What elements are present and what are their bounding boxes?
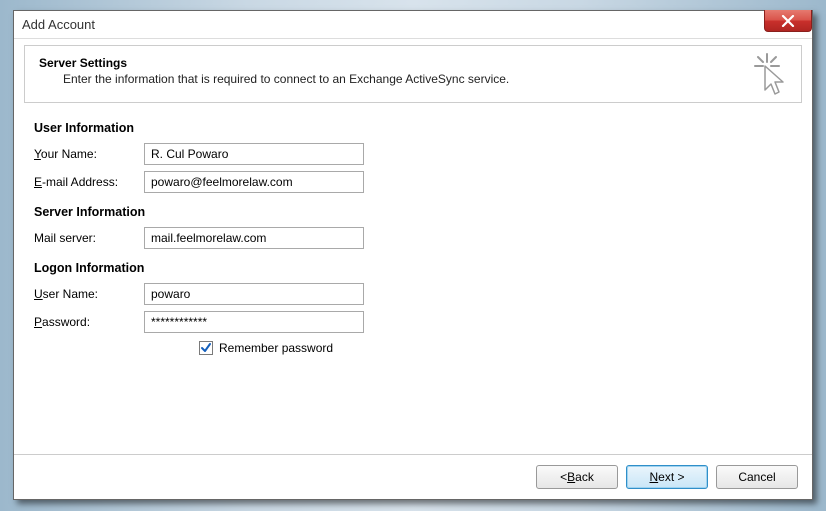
row-your-name: Your Name:: [34, 143, 792, 165]
back-button[interactable]: < Back: [536, 465, 618, 489]
email-input[interactable]: [144, 171, 364, 193]
add-account-dialog: Add Account Server Settings Enter the in…: [13, 10, 813, 500]
header-title: Server Settings: [39, 56, 787, 70]
button-bar: < Back Next > Cancel: [14, 454, 812, 499]
cursor-click-icon: [751, 52, 791, 99]
window-title: Add Account: [22, 17, 95, 32]
checkmark-icon: [200, 342, 212, 354]
password-input[interactable]: [144, 311, 364, 333]
close-button[interactable]: [764, 10, 812, 32]
section-logon-info: Logon Information: [34, 261, 792, 275]
close-icon: [781, 15, 795, 27]
header-panel: Server Settings Enter the information th…: [24, 45, 802, 103]
remember-password-label: Remember password: [219, 341, 333, 355]
your-name-input[interactable]: [144, 143, 364, 165]
form-body: User Information Your Name: E-mail Addre…: [14, 103, 812, 454]
section-server-info: Server Information: [34, 205, 792, 219]
titlebar: Add Account: [14, 11, 812, 39]
label-email: E-mail Address:: [34, 175, 144, 189]
row-user-name: User Name:: [34, 283, 792, 305]
remember-password-checkbox[interactable]: [199, 341, 213, 355]
next-button[interactable]: Next >: [626, 465, 708, 489]
row-password: Password:: [34, 311, 792, 333]
row-remember-password: Remember password: [199, 341, 792, 355]
row-mail-server: Mail server:: [34, 227, 792, 249]
label-password: Password:: [34, 315, 144, 329]
row-email: E-mail Address:: [34, 171, 792, 193]
label-mail-server: Mail server:: [34, 231, 144, 245]
header-subtitle: Enter the information that is required t…: [63, 72, 787, 86]
label-your-name: Your Name:: [34, 147, 144, 161]
user-name-input[interactable]: [144, 283, 364, 305]
label-user-name: User Name:: [34, 287, 144, 301]
section-user-info: User Information: [34, 121, 792, 135]
mail-server-input[interactable]: [144, 227, 364, 249]
cancel-button[interactable]: Cancel: [716, 465, 798, 489]
